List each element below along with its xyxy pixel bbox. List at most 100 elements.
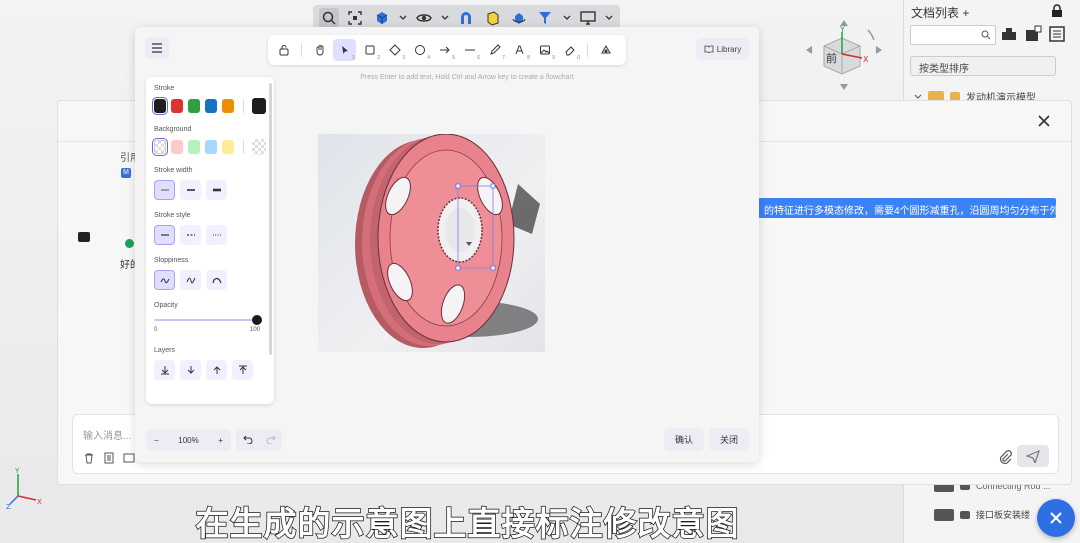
zoom-out-button[interactable]: − <box>154 436 159 445</box>
redo-icon[interactable] <box>266 431 276 449</box>
divider <box>587 43 588 57</box>
sloppiness-architect[interactable] <box>154 270 175 290</box>
arrow-tool[interactable]: 5 <box>433 39 456 61</box>
shortcut-key: 0 <box>577 55 580 61</box>
stroke-style-dashed[interactable] <box>180 225 201 245</box>
document-icon[interactable] <box>103 451 115 464</box>
stroke-style-dotted[interactable] <box>206 225 227 245</box>
model-icon[interactable] <box>1000 25 1018 43</box>
stroke-swatch-orange[interactable] <box>221 99 234 113</box>
scrollbar[interactable] <box>269 83 272 355</box>
image-icon[interactable] <box>123 451 135 463</box>
rectangle-tool[interactable]: 2 <box>358 39 381 61</box>
opacity-label: Opacity <box>154 302 178 309</box>
chevron-down-icon[interactable] <box>440 8 450 28</box>
search-input[interactable] <box>910 25 996 45</box>
zoom-level[interactable]: 100% <box>178 436 198 445</box>
list-icon[interactable] <box>1048 25 1066 43</box>
hand-tool[interactable] <box>308 39 331 61</box>
stroke-width-extra-bold[interactable] <box>206 180 227 200</box>
check-icon <box>125 239 134 248</box>
background-label: Background <box>154 126 192 133</box>
input-toolbar <box>83 451 135 464</box>
opacity-max: 100 <box>249 327 260 333</box>
stroke-swatch-red[interactable] <box>170 99 183 113</box>
display-icon[interactable] <box>578 8 598 28</box>
line-tool[interactable]: 6 <box>458 39 481 61</box>
background-swatch-yellow[interactable] <box>221 140 234 154</box>
sloppiness-cartoonist[interactable] <box>206 270 227 290</box>
zoom-in-button[interactable]: + <box>218 436 223 445</box>
close-icon[interactable] <box>1036 113 1052 129</box>
trash-icon[interactable] <box>83 451 95 464</box>
sloppiness-artist[interactable] <box>180 270 201 290</box>
sloppiness-row <box>154 270 266 290</box>
sloppiness-label: Sloppiness <box>154 257 189 264</box>
attachment-icon[interactable] <box>997 449 1013 465</box>
chevron-down-icon[interactable] <box>562 8 572 28</box>
tree-item-interface-board[interactable]: 接口板安装缕 <box>934 508 1030 521</box>
lock-icon[interactable] <box>1050 4 1064 18</box>
library-button[interactable]: Library <box>696 38 749 60</box>
cube-view-icon[interactable] <box>372 8 392 28</box>
panel-title[interactable]: 文档列表 + <box>911 4 969 21</box>
background-swatch-transparent[interactable] <box>151 138 169 156</box>
history-controls <box>236 429 282 451</box>
stroke-style-label: Stroke style <box>154 212 191 219</box>
shapes-library-tool[interactable] <box>594 39 617 61</box>
sketch-editor-modal: 1 2 3 4 5 6 7 8 9 0 Library Press Enter … <box>135 27 759 462</box>
drawing-toolbar: 1 2 3 4 5 6 7 8 9 0 <box>268 35 626 65</box>
sort-select[interactable]: 按类型排序 <box>910 56 1056 76</box>
floating-close-button[interactable] <box>1037 499 1075 537</box>
opacity-min: 0 <box>154 327 158 333</box>
add-model-icon[interactable] <box>1024 25 1042 43</box>
background-swatch-green[interactable] <box>188 140 200 154</box>
slider-knob[interactable] <box>252 315 262 325</box>
lock-tool[interactable] <box>272 39 295 61</box>
send-button[interactable] <box>1017 445 1049 467</box>
opacity-slider[interactable] <box>154 315 262 325</box>
text-tool[interactable]: 8 <box>508 39 531 61</box>
stroke-current-color[interactable] <box>252 98 266 114</box>
stroke-width-thin[interactable] <box>154 180 175 200</box>
confirm-button[interactable]: 确认 <box>664 428 704 451</box>
rotate-icon[interactable] <box>509 8 529 28</box>
pencil-tool[interactable]: 7 <box>483 39 506 61</box>
stroke-width-row <box>154 180 266 200</box>
close-button[interactable]: 关闭 <box>709 428 749 451</box>
stroke-width-bold[interactable] <box>180 180 201 200</box>
undo-icon[interactable] <box>242 431 253 449</box>
background-swatch-blue[interactable] <box>204 140 217 154</box>
wheel-sketch-image[interactable] <box>318 134 545 352</box>
svg-text:X: X <box>863 55 869 64</box>
properties-panel: Stroke Background Stroke width Stroke st… <box>146 77 274 404</box>
eraser-tool[interactable]: 0 <box>558 39 581 61</box>
diamond-tool[interactable]: 3 <box>383 39 406 61</box>
background-current-color[interactable] <box>252 139 266 155</box>
solid-icon[interactable] <box>483 8 503 28</box>
send-backward-button[interactable] <box>180 360 201 380</box>
chevron-down-icon[interactable] <box>604 8 614 28</box>
magnet-icon[interactable] <box>456 8 476 28</box>
stroke-swatch-black[interactable] <box>152 97 168 115</box>
background-swatch-pink[interactable] <box>171 140 184 154</box>
reference-chip[interactable]: M <box>121 168 131 178</box>
chevron-down-icon[interactable] <box>398 8 408 28</box>
filter-icon[interactable] <box>535 8 555 28</box>
image-tool[interactable]: 9 <box>533 39 556 61</box>
zoom-icon[interactable] <box>319 8 340 28</box>
stroke-swatch-green[interactable] <box>187 99 200 113</box>
stroke-label: Stroke <box>154 85 175 92</box>
fit-view-icon[interactable] <box>345 8 365 28</box>
stroke-swatch-blue[interactable] <box>204 99 217 113</box>
search-icon <box>981 30 991 40</box>
send-to-back-button[interactable] <box>154 360 175 380</box>
stroke-style-solid[interactable] <box>154 225 175 245</box>
visibility-icon[interactable] <box>414 8 434 28</box>
selection-tool[interactable]: 1 <box>333 39 356 61</box>
menu-button[interactable] <box>145 37 169 59</box>
bring-forward-button[interactable] <box>206 360 227 380</box>
view-cube[interactable]: Y X 前 <box>800 18 890 93</box>
ellipse-tool[interactable]: 4 <box>408 39 431 61</box>
bring-to-front-button[interactable] <box>232 360 253 380</box>
